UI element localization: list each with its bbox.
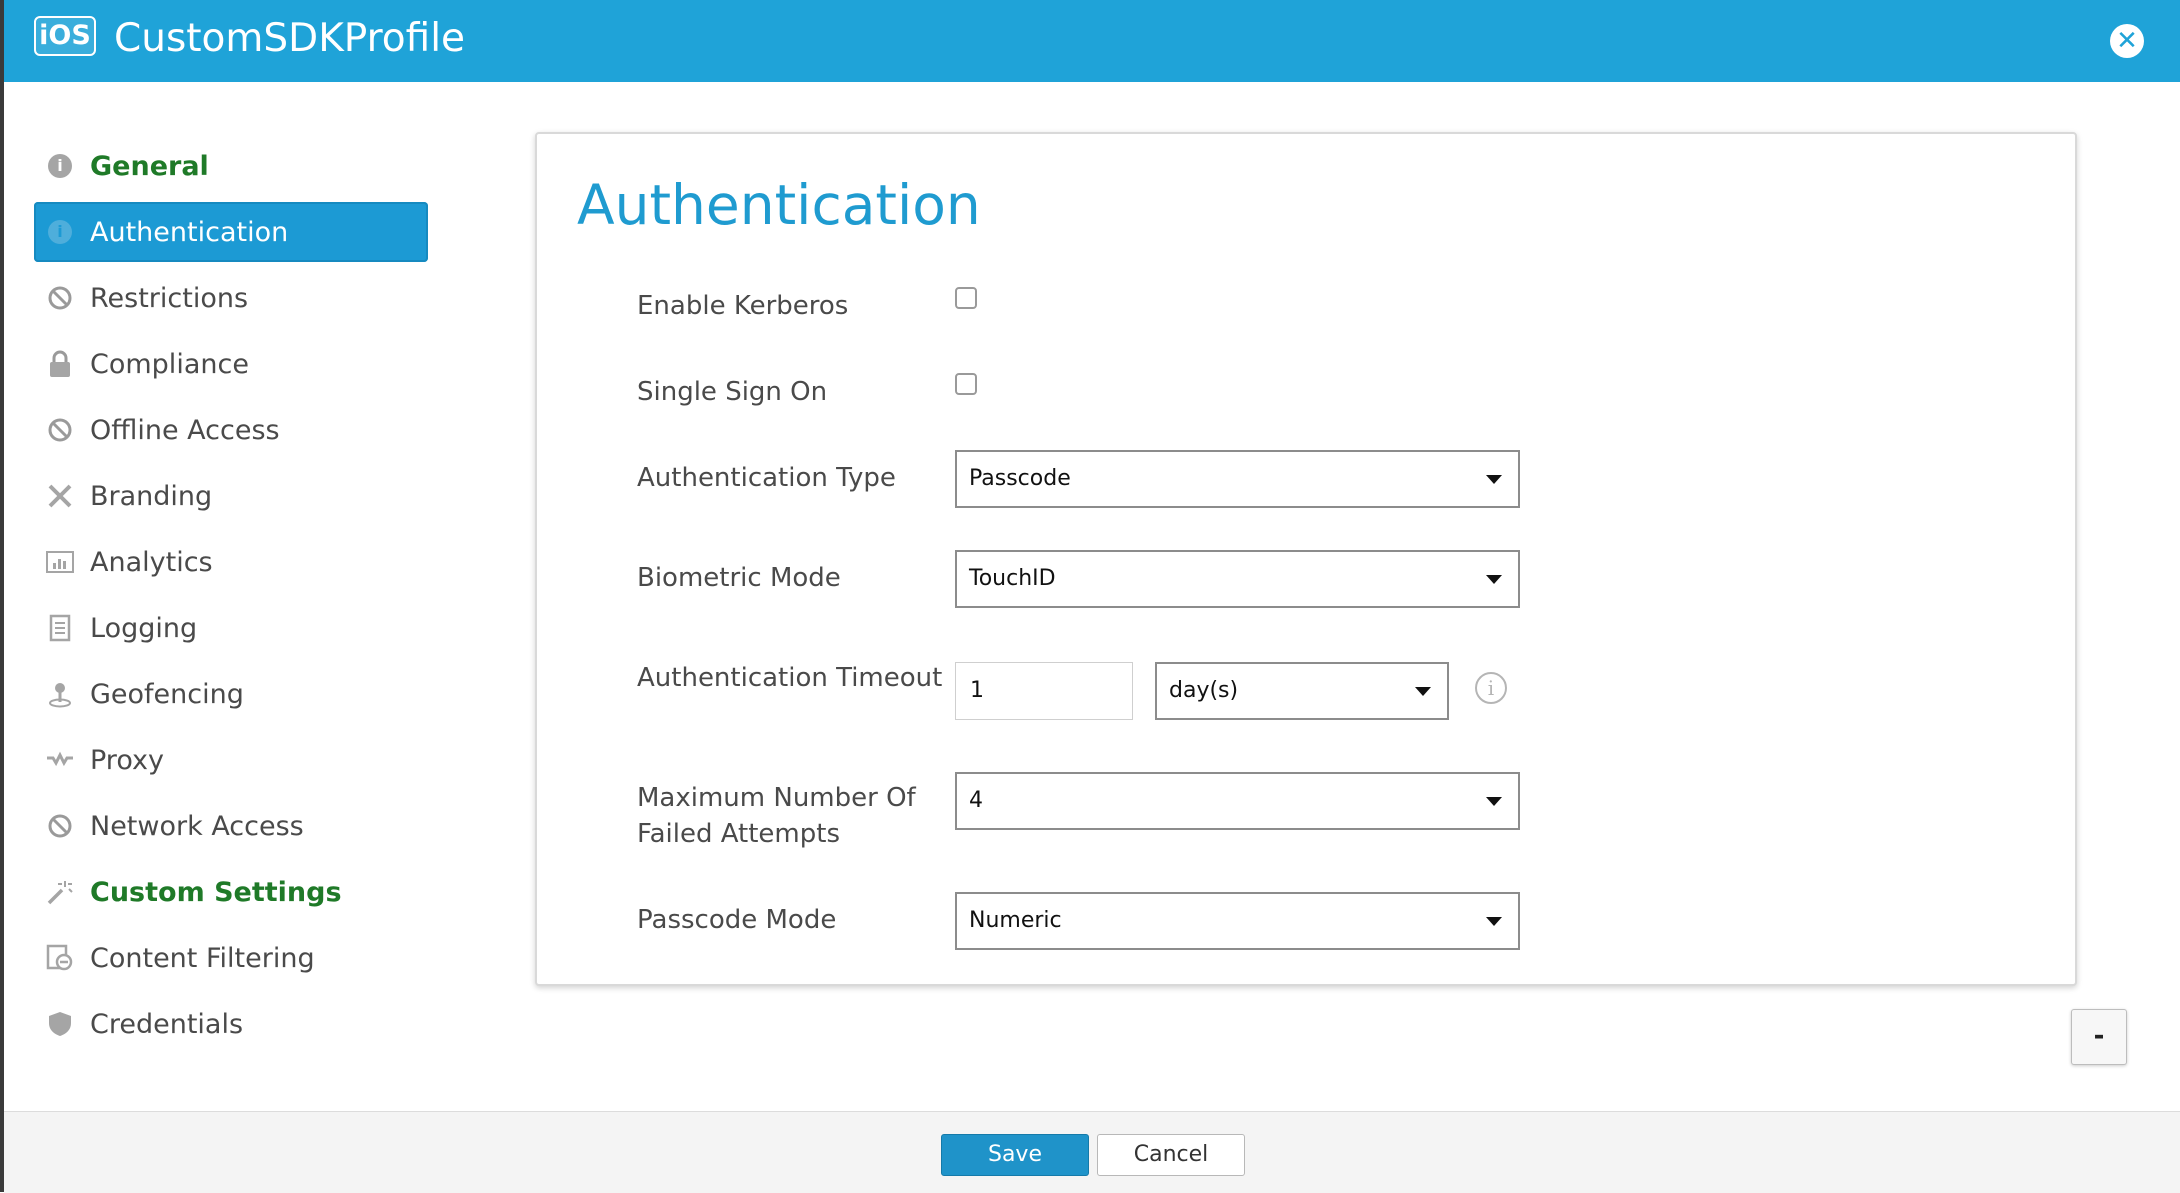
timeout-unit-select[interactable]: day(s) bbox=[1155, 662, 1449, 720]
save-button[interactable]: Save bbox=[941, 1134, 1089, 1176]
sidebar-item-general[interactable]: i General bbox=[34, 136, 428, 196]
chevron-down-icon bbox=[1486, 475, 1502, 484]
chart-icon bbox=[46, 548, 74, 576]
max-failed-attempts-select[interactable]: 4 bbox=[955, 772, 1520, 830]
biometric-mode-select[interactable]: TouchID bbox=[955, 550, 1520, 608]
magic-wand-icon bbox=[46, 878, 74, 906]
single-sign-on-checkbox[interactable] bbox=[955, 373, 977, 395]
info-icon: i bbox=[46, 152, 74, 180]
sidebar-item-label: Restrictions bbox=[90, 282, 249, 314]
sidebar-item-network-access[interactable]: Network Access bbox=[34, 796, 428, 856]
shield-icon bbox=[46, 1010, 74, 1038]
dialog-footer: Save Cancel bbox=[4, 1111, 2180, 1193]
sidebar-item-authentication[interactable]: i Authentication bbox=[34, 202, 428, 262]
sidebar-item-content-filtering[interactable]: Content Filtering bbox=[34, 928, 428, 988]
biometric-mode-value: TouchID bbox=[969, 566, 1056, 591]
sidebar-item-custom-settings[interactable]: Custom Settings bbox=[34, 862, 428, 922]
authentication-type-value: Passcode bbox=[969, 466, 1071, 491]
title-bar: iOS CustomSDKProfile ✕ bbox=[4, 0, 2180, 82]
max-failed-attempts-value: 4 bbox=[969, 788, 983, 813]
sidebar-item-label: Offline Access bbox=[90, 414, 280, 446]
enable-kerberos-checkbox[interactable] bbox=[955, 287, 977, 309]
brush-icon bbox=[46, 482, 74, 510]
authentication-type-select[interactable]: Passcode bbox=[955, 450, 1520, 508]
info-icon: i bbox=[46, 218, 74, 246]
authentication-type-label: Authentication Type bbox=[637, 463, 896, 493]
sidebar-item-label: Branding bbox=[90, 480, 213, 512]
max-failed-attempts-label: Maximum Number Of Failed Attempts bbox=[637, 780, 916, 852]
collapse-button[interactable]: - bbox=[2071, 1009, 2127, 1065]
passcode-mode-label: Passcode Mode bbox=[637, 905, 837, 935]
close-button[interactable]: ✕ bbox=[2110, 24, 2144, 58]
sidebar-item-restrictions[interactable]: Restrictions bbox=[34, 268, 428, 328]
passcode-mode-value: Numeric bbox=[969, 908, 1062, 933]
sidebar-item-label: Analytics bbox=[90, 546, 213, 578]
biometric-mode-label: Biometric Mode bbox=[637, 563, 841, 593]
cancel-button[interactable]: Cancel bbox=[1097, 1134, 1245, 1176]
sidebar-item-label: Authentication bbox=[90, 216, 289, 248]
sidebar-item-proxy[interactable]: Proxy bbox=[34, 730, 428, 790]
ios-platform-badge: iOS bbox=[34, 16, 96, 56]
sidebar-item-label: Content Filtering bbox=[90, 942, 315, 974]
enable-kerberos-label: Enable Kerberos bbox=[637, 291, 849, 321]
sidebar-item-label: Logging bbox=[90, 612, 198, 644]
document-icon bbox=[46, 614, 74, 642]
info-icon[interactable]: i bbox=[1475, 672, 1507, 704]
sidebar-item-label: Credentials bbox=[90, 1008, 244, 1040]
sidebar-item-label: Proxy bbox=[90, 744, 164, 776]
timeout-unit-value: day(s) bbox=[1169, 678, 1239, 703]
sidebar-item-logging[interactable]: Logging bbox=[34, 598, 428, 658]
chevron-down-icon bbox=[1486, 917, 1502, 926]
sidebar-item-label: Geofencing bbox=[90, 678, 244, 710]
sidebar-item-label: Compliance bbox=[90, 348, 249, 380]
sidebar-item-label: General bbox=[90, 150, 209, 182]
no-entry-icon bbox=[46, 284, 74, 312]
sidebar-item-credentials[interactable]: Credentials bbox=[34, 994, 428, 1054]
sidebar-item-label: Custom Settings bbox=[90, 876, 342, 908]
sidebar-item-branding[interactable]: Branding bbox=[34, 466, 428, 526]
lock-icon bbox=[46, 350, 74, 378]
no-entry-icon bbox=[46, 416, 74, 444]
authentication-timeout-label: Authentication Timeout bbox=[637, 663, 943, 693]
max-failed-attempts-label-line2: Failed Attempts bbox=[637, 819, 840, 849]
sidebar-item-offline-access[interactable]: Offline Access bbox=[34, 400, 428, 460]
chevron-down-icon bbox=[1486, 797, 1502, 806]
sidebar-nav: i General i Authentication Restrictions … bbox=[34, 136, 428, 1060]
passcode-mode-select[interactable]: Numeric bbox=[955, 892, 1520, 950]
sidebar-item-label: Network Access bbox=[90, 810, 304, 842]
filter-document-icon bbox=[46, 944, 74, 972]
sidebar-item-analytics[interactable]: Analytics bbox=[34, 532, 428, 592]
profile-title: CustomSDKProfile bbox=[114, 16, 466, 61]
window-edge bbox=[0, 0, 4, 1192]
sidebar-item-compliance[interactable]: Compliance bbox=[34, 334, 428, 394]
chevron-down-icon bbox=[1415, 687, 1431, 696]
location-pin-icon bbox=[46, 680, 74, 708]
authentication-panel: Authentication Enable Kerberos Single Si… bbox=[535, 132, 2077, 986]
wave-icon bbox=[46, 746, 74, 774]
single-sign-on-label: Single Sign On bbox=[637, 377, 828, 407]
chevron-down-icon bbox=[1486, 575, 1502, 584]
page-title: Authentication bbox=[577, 173, 981, 237]
max-failed-attempts-label-line1: Maximum Number Of bbox=[637, 783, 916, 813]
no-entry-icon bbox=[46, 812, 74, 840]
close-icon: ✕ bbox=[2116, 26, 2138, 56]
sidebar-item-geofencing[interactable]: Geofencing bbox=[34, 664, 428, 724]
authentication-timeout-input[interactable]: 1 bbox=[955, 662, 1133, 720]
